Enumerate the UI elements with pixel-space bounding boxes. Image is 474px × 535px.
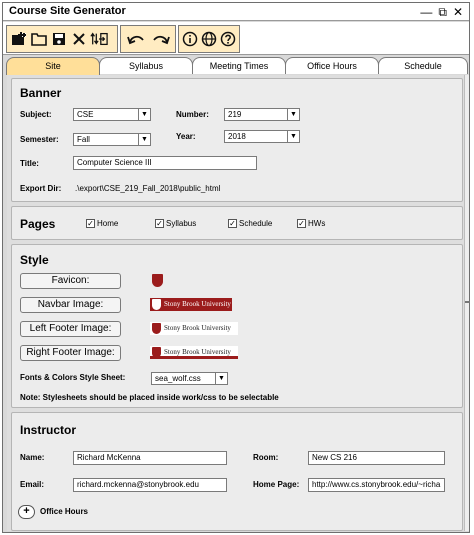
style-sheet-label: Fonts & Colors Style Sheet: (20, 373, 126, 382)
exit-icon[interactable] (70, 28, 88, 50)
schedule-checkbox[interactable]: ✓ Schedule (228, 219, 272, 228)
help-icon[interactable] (219, 28, 236, 50)
shield-icon (152, 347, 161, 358)
number-combo[interactable]: 219 ▼ (224, 108, 300, 121)
instructor-panel: Instructor Name: Richard McKenna Room: N… (11, 412, 463, 531)
tab-bar: Site Syllabus Meeting Times Office Hours… (3, 57, 469, 75)
chevron-down-icon: ▼ (138, 134, 150, 145)
room-field[interactable]: New CS 216 (308, 451, 445, 465)
minimize-icon[interactable]: — (420, 3, 432, 21)
toolbar (3, 22, 469, 55)
subject-value: CSE (77, 110, 94, 119)
style-sheet-note: Note: Stylesheets should be placed insid… (20, 393, 279, 402)
tab-meeting-times[interactable]: Meeting Times (192, 57, 286, 74)
window-controls: — ⧉ ✕ (420, 3, 463, 21)
year-label: Year: (176, 132, 196, 141)
number-value: 219 (228, 110, 242, 119)
year-combo[interactable]: 2018 ▼ (224, 130, 300, 143)
style-heading: Style (20, 253, 49, 267)
check-icon: ✓ (228, 219, 237, 228)
semester-combo[interactable]: Fall ▼ (73, 133, 151, 146)
tab-syllabus[interactable]: Syllabus (99, 57, 193, 74)
chevron-down-icon: ▼ (287, 131, 299, 142)
file-toolbar-group (6, 25, 118, 53)
home-page-label: Home Page: (253, 480, 300, 489)
chevron-down-icon: ▼ (138, 109, 150, 120)
style-sheet-value: sea_wolf.css (155, 374, 201, 383)
right-footer-image-button[interactable]: Right Footer Image: (20, 345, 121, 361)
syllabus-checkbox[interactable]: ✓ Syllabus (155, 219, 196, 228)
banner-panel: Banner Subject: CSE ▼ Number: 219 ▼ Seme… (11, 78, 463, 202)
semester-label: Semester: (20, 135, 59, 144)
home-page-field[interactable]: http://www.cs.stonybrook.edu/~richa (308, 478, 445, 492)
info-icon[interactable] (182, 28, 199, 50)
edit-toolbar-group (120, 25, 176, 53)
scroll-thumb[interactable] (465, 301, 470, 303)
chevron-down-icon: ▼ (215, 373, 227, 384)
maximize-icon[interactable]: ⧉ (438, 3, 447, 21)
new-file-icon[interactable] (10, 28, 28, 50)
check-icon: ✓ (86, 219, 95, 228)
favicon-button[interactable]: Favicon: (20, 273, 121, 289)
navbar-image-button[interactable]: Navbar Image: (20, 297, 121, 313)
close-window-icon[interactable]: ✕ (453, 3, 463, 21)
add-office-hours-button[interactable]: + (18, 505, 35, 519)
email-label: Email: (20, 480, 45, 489)
tab-site[interactable]: Site (6, 57, 100, 75)
export-dir-value: .\export\CSE_219_Fall_2018\public_html (75, 184, 221, 193)
tab-schedule[interactable]: Schedule (378, 57, 468, 74)
schedule-checkbox-label: Schedule (239, 219, 273, 228)
name-label: Name: (20, 453, 45, 462)
hws-checkbox[interactable]: ✓ HWs (297, 219, 325, 228)
pages-panel: Pages ✓ Home ✓ Syllabus ✓ Schedule ✓ HWs (11, 206, 463, 240)
subject-label: Subject: (20, 110, 52, 119)
email-field[interactable]: richard.mckenna@stonybrook.edu (73, 478, 227, 492)
right-footer-image: Stony Brook University (150, 346, 238, 359)
help-toolbar-group (178, 25, 240, 53)
hws-checkbox-label: HWs (308, 219, 326, 228)
subject-combo[interactable]: CSE ▼ (73, 108, 151, 121)
app-window: Course Site Generator — ⧉ ✕ Site Syllabu… (2, 2, 470, 533)
navbar-image: Stony Brook University (150, 298, 232, 311)
home-checkbox[interactable]: ✓ Home (86, 219, 118, 228)
language-icon[interactable] (201, 28, 218, 50)
redo-icon[interactable] (149, 28, 172, 50)
right-footer-logo-text: Stony Brook University (164, 348, 231, 356)
office-hours-label: Office Hours (40, 507, 89, 516)
check-icon: ✓ (155, 219, 164, 228)
shield-icon (152, 299, 161, 310)
home-checkbox-label: Home (97, 219, 119, 228)
vertical-scrollbar[interactable] (464, 75, 470, 531)
left-footer-image-button[interactable]: Left Footer Image: (20, 321, 121, 337)
favicon-image (152, 274, 163, 287)
export-dir-label: Export Dir: (20, 184, 62, 193)
chevron-down-icon: ▼ (287, 109, 299, 120)
site-tab-content: Banner Subject: CSE ▼ Number: 219 ▼ Seme… (7, 75, 464, 531)
save-icon[interactable] (50, 28, 68, 50)
syllabus-checkbox-label: Syllabus (166, 219, 197, 228)
title-bar: Course Site Generator — ⧉ ✕ (3, 3, 469, 21)
name-field[interactable]: Richard McKenna (73, 451, 227, 465)
export-icon[interactable] (90, 28, 108, 50)
window-title: Course Site Generator (9, 5, 126, 17)
year-value: 2018 (228, 132, 246, 141)
tab-office-hours[interactable]: Office Hours (285, 57, 379, 74)
title-label: Title: (20, 159, 39, 168)
check-icon: ✓ (297, 219, 306, 228)
navbar-logo-text: Stony Brook University (164, 300, 231, 308)
room-label: Room: (253, 453, 279, 462)
style-sheet-combo[interactable]: sea_wolf.css ▼ (151, 372, 228, 385)
shield-icon (152, 323, 161, 334)
style-panel: Style Favicon: Navbar Image: Stony Brook… (11, 244, 463, 408)
title-field[interactable]: Computer Science III (73, 156, 257, 170)
instructor-heading: Instructor (20, 423, 77, 437)
banner-heading: Banner (20, 86, 62, 100)
pages-heading: Pages (20, 217, 56, 231)
undo-icon[interactable] (124, 28, 147, 50)
left-footer-logo-text: Stony Brook University (164, 324, 231, 332)
open-folder-icon[interactable] (30, 28, 48, 50)
semester-value: Fall (77, 135, 90, 144)
left-footer-image: Stony Brook University (150, 322, 238, 335)
number-label: Number: (176, 110, 209, 119)
